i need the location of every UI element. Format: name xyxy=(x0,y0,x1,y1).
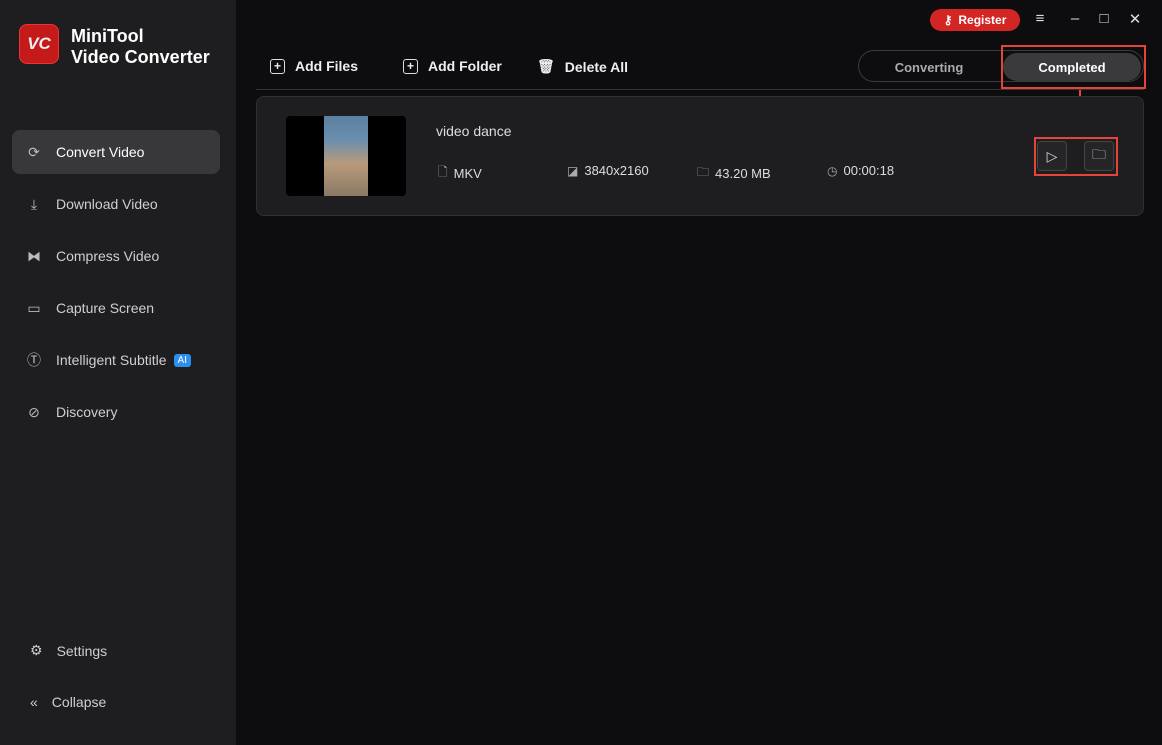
add-files-label: Add Files xyxy=(295,58,359,74)
plus-icon: + xyxy=(270,58,285,74)
sidebar-item-discovery[interactable]: ⊘ Discovery xyxy=(12,390,220,434)
sidebar-item-compress-video[interactable]: ⧓ Compress Video xyxy=(12,234,220,278)
main-area: ⚷ Register ≡ – □ ✕ + Add Files + Add Folder… xyxy=(236,0,1162,745)
add-files-button[interactable]: + Add Files xyxy=(270,58,358,74)
sidebar-item-label: Convert Video xyxy=(56,144,145,160)
compass-icon: ⊘ xyxy=(28,403,40,420)
file-item: video dance 🗋 MKV ◪ 3840x2160 🗀 43.20 MB ◷ 0… xyxy=(256,96,1144,216)
gear-icon: ⚙ xyxy=(30,642,43,658)
collapse-button[interactable]: « Collapse xyxy=(30,694,106,710)
resolution-value: 3840x2160 xyxy=(584,163,649,178)
sidebar-item-convert-video[interactable]: ⟳ Convert Video xyxy=(12,130,220,174)
size-value: 43.20 MB xyxy=(715,166,771,181)
register-label: Register xyxy=(958,13,1007,27)
sidebar-item-label: Download Video xyxy=(56,196,158,212)
sidebar-item-label: Discovery xyxy=(56,404,118,420)
highlight-box-actions xyxy=(1034,137,1118,176)
highlight-box-tab xyxy=(1001,45,1146,89)
file-resolution: ◪ 3840x2160 xyxy=(567,163,649,178)
sidebar-item-label: Capture Screen xyxy=(56,300,155,316)
app-name: MiniTool Video Converter xyxy=(71,26,210,68)
collapse-icon: « xyxy=(30,694,38,710)
sidebar-item-download-video[interactable]: ⤓ Download Video xyxy=(12,182,220,226)
folder-plus-icon: + xyxy=(403,58,418,74)
app-name-line1: MiniTool xyxy=(71,26,144,46)
ai-badge: AI xyxy=(173,353,191,367)
camera-icon: ▭ xyxy=(27,299,41,316)
folder-icon: 🗀 xyxy=(697,165,710,179)
add-folder-label: Add Folder xyxy=(428,58,502,74)
sidebar-item-label: Intelligent Subtitle xyxy=(56,352,167,368)
video-thumbnail[interactable] xyxy=(286,116,406,196)
trash-icon: 🗑 xyxy=(537,58,555,74)
compress-icon: ⧓ xyxy=(27,247,41,264)
tab-converting[interactable]: Converting xyxy=(859,53,999,81)
clock-icon: ◷ xyxy=(827,163,838,178)
register-button[interactable]: ⚷ Register xyxy=(930,9,1020,31)
delete-all-button[interactable]: 🗑 Delete All xyxy=(537,58,628,75)
file-size: 🗀 43.20 MB xyxy=(697,163,771,184)
settings-label: Settings xyxy=(56,642,108,659)
divider xyxy=(256,89,1144,90)
convert-icon: ⟳ xyxy=(28,143,40,160)
format-value: MKV xyxy=(453,166,482,181)
sidebar-item-intelligent-subtitle[interactable]: Ⓣ Intelligent Subtitle AI xyxy=(12,338,220,382)
delete-all-label: Delete All xyxy=(564,58,629,75)
close-icon[interactable]: ✕ xyxy=(1125,10,1145,28)
add-folder-button[interactable]: + Add Folder xyxy=(403,58,502,74)
settings-button[interactable]: ⚙ Settings xyxy=(30,642,107,659)
minimize-icon[interactable]: – xyxy=(1065,10,1085,27)
file-name: video dance xyxy=(436,123,512,139)
app-name-line2: Video Converter xyxy=(71,47,210,67)
subtitle-icon: Ⓣ xyxy=(27,352,41,368)
resolution-icon: ◪ xyxy=(567,163,579,178)
sidebar: VC MiniTool Video Converter ⟳ Convert Vide… xyxy=(0,0,236,745)
duration-value: 00:00:18 xyxy=(843,163,895,178)
collapse-label: Collapse xyxy=(51,694,107,710)
sidebar-item-capture-screen[interactable]: ▭ Capture Screen xyxy=(12,286,220,330)
sidebar-item-label: Compress Video xyxy=(56,248,160,264)
file-duration: ◷ 00:00:18 xyxy=(827,163,894,178)
maximize-icon[interactable]: □ xyxy=(1094,10,1114,27)
app-logo: VC xyxy=(19,24,59,64)
download-icon: ⤓ xyxy=(30,195,38,212)
file-video-icon: 🗋 xyxy=(438,165,448,179)
menu-icon[interactable]: ≡ xyxy=(1030,10,1050,27)
key-icon: ⚷ xyxy=(943,13,953,27)
file-format: 🗋 MKV xyxy=(438,163,482,184)
